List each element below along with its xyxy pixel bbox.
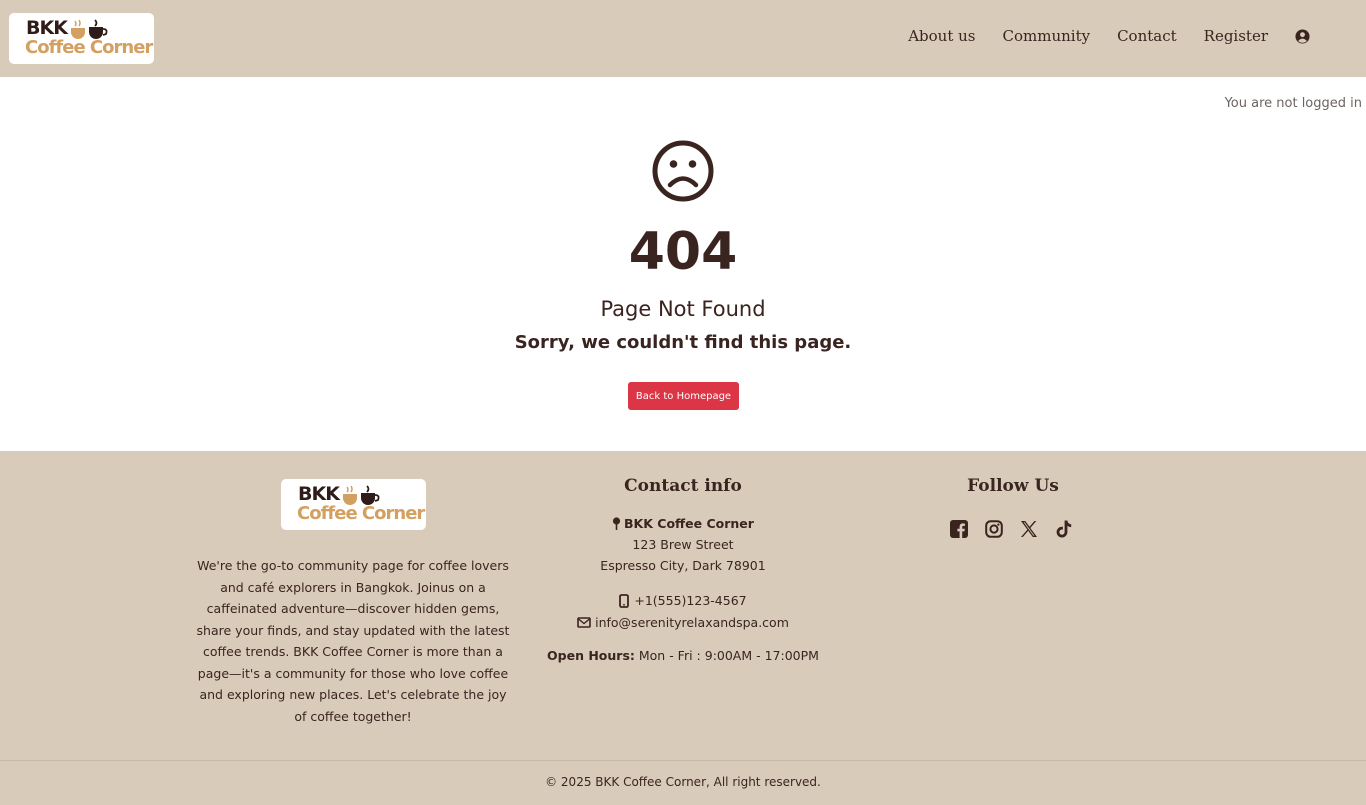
user-circle-icon[interactable] [1295, 28, 1310, 44]
back-to-homepage-button[interactable]: Back to Homepage [628, 382, 739, 410]
nav-menu: About us Community Contact Register [881, 27, 1310, 45]
footer-logo-text-bkk: BKK [298, 483, 340, 505]
nav-link-register[interactable]: Register [1204, 27, 1268, 45]
copyright-text: © 2025 BKK Coffee Corner, All right rese… [545, 775, 821, 789]
contact-name: BKK Coffee Corner [624, 516, 754, 531]
contact-city: Espresso City, Dark 78901 [600, 558, 766, 573]
contact-email-row: info@serenityrelaxandspa.com [523, 615, 843, 630]
contact-info-heading: Contact info [624, 476, 742, 496]
contact-address: BKK Coffee Corner 123 Brew Street Espres… [523, 516, 843, 573]
logo-text-coffee-corner: Coffee Corner [25, 37, 153, 58]
sad-face-icon [652, 140, 714, 202]
contact-email[interactable]: info@serenityrelaxandspa.com [595, 615, 789, 630]
nav-link-community[interactable]: Community [1003, 27, 1091, 45]
footer-logo[interactable]: BKK Coffee Corner [281, 479, 426, 530]
follow-us-heading: Follow Us [967, 476, 1059, 496]
contact-street: 123 Brew Street [632, 537, 734, 552]
open-hours-value: Mon - Fri : 9:00AM - 17:00PM [638, 648, 819, 663]
nav-link-contact[interactable]: Contact [1117, 27, 1177, 45]
nav-link-about[interactable]: About us [908, 27, 975, 45]
mobile-phone-icon [619, 593, 630, 608]
tiktok-icon[interactable] [1055, 520, 1073, 538]
error-title: Page Not Found [600, 297, 766, 321]
error-code: 404 [628, 222, 738, 282]
navbar: BKK Coffee Corner About us Community Con… [0, 0, 1366, 77]
open-hours-row: Open Hours: Mon - Fri : 9:00AM - 17:00PM [523, 648, 843, 663]
envelope-icon [577, 617, 591, 628]
map-pin-icon [612, 517, 621, 530]
logo-text-bkk: BKK [26, 17, 68, 39]
footer-about-text: We're the go-to community page for coffe… [196, 558, 510, 724]
contact-phone-row: +1(555)123-4567 [523, 593, 843, 608]
footer-divider [0, 760, 1366, 761]
instagram-icon[interactable] [985, 520, 1003, 538]
footer-logo-text-coffee-corner: Coffee Corner [297, 503, 425, 524]
social-links [950, 520, 1090, 538]
error-section: 404 Page Not Found Sorry, we couldn't fi… [0, 77, 1366, 451]
facebook-icon[interactable] [950, 520, 968, 538]
contact-phone[interactable]: +1(555)123-4567 [634, 593, 746, 608]
open-hours-label: Open Hours: [547, 648, 635, 663]
error-message: Sorry, we couldn't find this page. [514, 332, 852, 353]
x-twitter-icon[interactable] [1020, 520, 1038, 538]
footer: BKK Coffee Corner We're the go-to commun… [0, 451, 1366, 805]
site-logo[interactable]: BKK Coffee Corner [9, 13, 154, 64]
